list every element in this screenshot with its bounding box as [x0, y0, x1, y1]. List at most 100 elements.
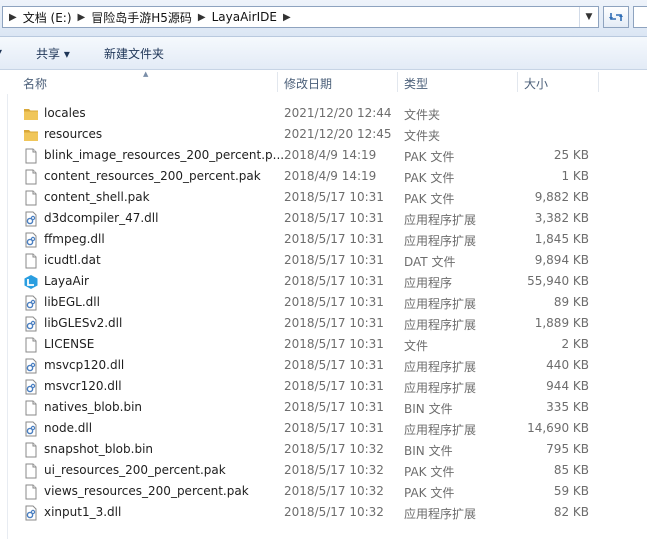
file-name: libEGL.dll [44, 295, 100, 309]
breadcrumb-item-drive[interactable]: 文档 (E:) [23, 9, 72, 26]
file-size: 944 KB [546, 379, 589, 393]
file-date: 2018/5/17 10:32 [284, 442, 384, 456]
column-divider[interactable] [517, 72, 518, 92]
refresh-button[interactable] [603, 6, 629, 28]
file-icon [23, 169, 39, 185]
file-type: 应用程序扩展 [404, 213, 477, 227]
search-box[interactable] [633, 6, 647, 28]
file-date: 2018/5/17 10:31 [284, 358, 384, 372]
file-row[interactable]: LICENSE 2018/5/17 10:31 文件 2 KB [0, 334, 647, 355]
breadcrumb-arrow-icon[interactable]: ▶ [72, 12, 92, 23]
file-icon [23, 148, 39, 164]
file-date: 2021/12/20 12:44 [284, 106, 392, 120]
file-row[interactable]: node.dll 2018/5/17 10:31 应用程序扩展 14,690 KB [0, 418, 647, 439]
address-bar[interactable]: ▶ 文档 (E:) ▶ 冒险岛手游H5源码 ▶ LayaAirIDE ▶ ▼ [2, 6, 599, 28]
file-row[interactable]: libEGL.dll 2018/5/17 10:31 应用程序扩展 89 KB [0, 292, 647, 313]
file-date: 2018/5/17 10:31 [284, 421, 384, 435]
file-name: libGLESv2.dll [44, 316, 123, 330]
file-name: natives_blob.bin [44, 400, 143, 414]
breadcrumb-arrow-icon[interactable]: ▶ [277, 12, 297, 23]
file-row[interactable]: msvcp120.dll 2018/5/17 10:31 应用程序扩展 440 KB [0, 355, 647, 376]
sort-ascending-icon: ▲ [143, 70, 149, 78]
file-type: DAT 文件 [404, 255, 456, 269]
file-date: 2018/5/17 10:31 [284, 232, 384, 246]
file-type: 应用程序扩展 [404, 381, 477, 395]
file-icon [23, 253, 39, 269]
file-date: 2018/5/17 10:32 [284, 505, 384, 519]
file-date: 2021/12/20 12:45 [284, 127, 392, 141]
file-name: ffmpeg.dll [44, 232, 105, 246]
file-icon [23, 442, 39, 458]
column-size-header[interactable]: 大小 [524, 75, 548, 92]
column-divider[interactable] [598, 72, 599, 92]
file-type: BIN 文件 [404, 444, 453, 458]
file-icon [23, 337, 39, 353]
breadcrumb-arrow-icon[interactable]: ▶ [192, 12, 212, 23]
column-name-header[interactable]: 名称 [23, 75, 47, 92]
file-row[interactable]: LayaAir 2018/5/17 10:31 应用程序 55,940 KB [0, 271, 647, 292]
file-size: 2 KB [561, 337, 589, 351]
breadcrumb-root-arrow-icon[interactable]: ▶ [3, 12, 23, 23]
file-type: 应用程序扩展 [404, 423, 477, 437]
file-type: 文件夹 [404, 129, 441, 143]
file-row[interactable]: msvcr120.dll 2018/5/17 10:31 应用程序扩展 944 KB [0, 376, 647, 397]
file-row[interactable]: content_shell.pak 2018/5/17 10:31 PAK 文件 9,… [0, 187, 647, 208]
file-row[interactable]: resources 2021/12/20 12:45 文件夹 [0, 124, 647, 145]
share-button[interactable]: 共享 ▾ [36, 45, 70, 62]
file-name: blink_image_resources_200_percent.p... [44, 148, 285, 162]
file-size: 1,889 KB [534, 316, 589, 330]
file-row[interactable]: content_resources_200_percent.pak 2018/4/… [0, 166, 647, 187]
file-row[interactable]: natives_blob.bin 2018/5/17 10:31 BIN 文件 335… [0, 397, 647, 418]
file-name: content_shell.pak [44, 190, 150, 204]
file-name: ui_resources_200_percent.pak [44, 463, 226, 477]
file-date: 2018/5/17 10:31 [284, 190, 384, 204]
file-date: 2018/5/17 10:31 [284, 211, 384, 225]
file-size: 9,894 KB [534, 253, 589, 267]
file-row[interactable]: xinput1_3.dll 2018/5/17 10:32 应用程序扩展 82 KB [0, 502, 647, 523]
file-row[interactable]: d3dcompiler_47.dll 2018/5/17 10:31 应用程序扩展 3… [0, 208, 647, 229]
file-row[interactable]: ffmpeg.dll 2018/5/17 10:31 应用程序扩展 1,845 KB [0, 229, 647, 250]
file-row[interactable]: icudtl.dat 2018/5/17 10:31 DAT 文件 9,894 KB [0, 250, 647, 271]
dll-icon [23, 505, 39, 521]
file-size: 82 KB [553, 505, 589, 519]
file-date: 2018/5/17 10:31 [284, 316, 384, 330]
column-date-header[interactable]: 修改日期 [284, 75, 332, 92]
file-row[interactable]: libGLESv2.dll 2018/5/17 10:31 应用程序扩展 1,889 … [0, 313, 647, 334]
file-size: 9,882 KB [534, 190, 589, 204]
column-divider[interactable] [277, 72, 278, 92]
file-type: 应用程序扩展 [404, 297, 477, 311]
file-name: resources [44, 127, 103, 141]
command-toolbar: ▾ 共享 ▾ 新建文件夹 [0, 37, 647, 70]
layaair-app-icon [23, 274, 39, 290]
file-row[interactable]: blink_image_resources_200_percent.p... 20… [0, 145, 647, 166]
breadcrumb-item-current[interactable]: LayaAirIDE [212, 10, 277, 24]
file-size: 3,382 KB [534, 211, 589, 225]
column-type-header[interactable]: 类型 [404, 75, 428, 92]
breadcrumb-item-project[interactable]: 冒险岛手游H5源码 [91, 9, 192, 26]
file-size: 14,690 KB [527, 421, 589, 435]
toolbar-back-fragment[interactable]: ▾ [0, 45, 2, 59]
file-name: icudtl.dat [44, 253, 101, 267]
file-name: views_resources_200_percent.pak [44, 484, 249, 498]
file-row[interactable]: views_resources_200_percent.pak 2018/5/17… [0, 481, 647, 502]
address-history-dropdown-icon[interactable]: ▼ [579, 7, 598, 27]
file-date: 2018/5/17 10:31 [284, 253, 384, 267]
file-name: node.dll [44, 421, 93, 435]
file-date: 2018/5/17 10:31 [284, 274, 384, 288]
file-row[interactable]: snapshot_blob.bin 2018/5/17 10:32 BIN 文件 79… [0, 439, 647, 460]
file-type: 文件夹 [404, 108, 441, 122]
file-icon [23, 484, 39, 500]
file-name: content_resources_200_percent.pak [44, 169, 261, 183]
file-icon [23, 190, 39, 206]
file-type: PAK 文件 [404, 486, 455, 500]
file-icon [23, 400, 39, 416]
new-folder-button[interactable]: 新建文件夹 [104, 45, 164, 62]
file-type: 应用程序 [404, 276, 453, 290]
column-divider[interactable] [397, 72, 398, 92]
file-row[interactable]: locales 2021/12/20 12:44 文件夹 [0, 103, 647, 124]
file-row[interactable]: ui_resources_200_percent.pak 2018/5/17 10… [0, 460, 647, 481]
dll-icon [23, 421, 39, 437]
file-size: 25 KB [553, 148, 589, 162]
file-name: msvcp120.dll [44, 358, 125, 372]
file-type: PAK 文件 [404, 171, 455, 185]
